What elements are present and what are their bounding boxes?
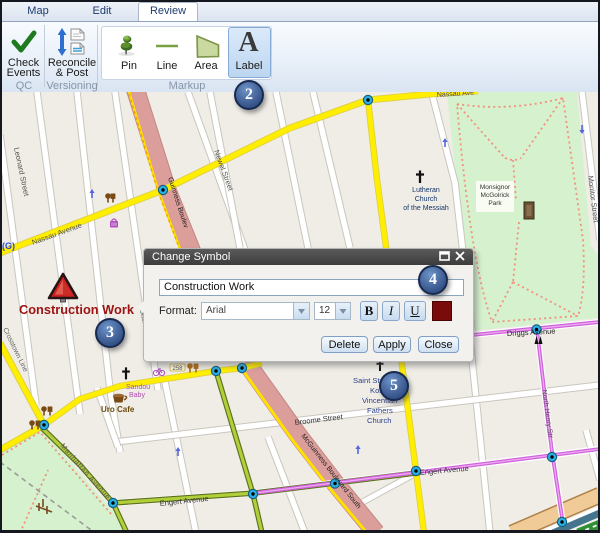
svg-text:Uro Cafe: Uro Cafe — [101, 405, 135, 414]
svg-text:Sandou: Sandou — [126, 384, 150, 391]
svg-text:Church: Church — [415, 196, 438, 203]
svg-text:258: 258 — [172, 366, 183, 372]
svg-text:Park: Park — [488, 200, 502, 207]
svg-text:Fathers: Fathers — [367, 406, 393, 415]
svg-text:of the Messiah: of the Messiah — [403, 205, 449, 212]
svg-text:Baby: Baby — [129, 392, 145, 399]
svg-text:Construction Work: Construction Work — [19, 302, 135, 317]
svg-text:Monsignor: Monsignor — [480, 184, 511, 191]
svg-text:McGolrick: McGolrick — [481, 192, 511, 199]
svg-text:(G): (G) — [2, 241, 15, 251]
svg-text:Lutheran: Lutheran — [412, 187, 440, 194]
svg-text:Church: Church — [367, 416, 391, 425]
